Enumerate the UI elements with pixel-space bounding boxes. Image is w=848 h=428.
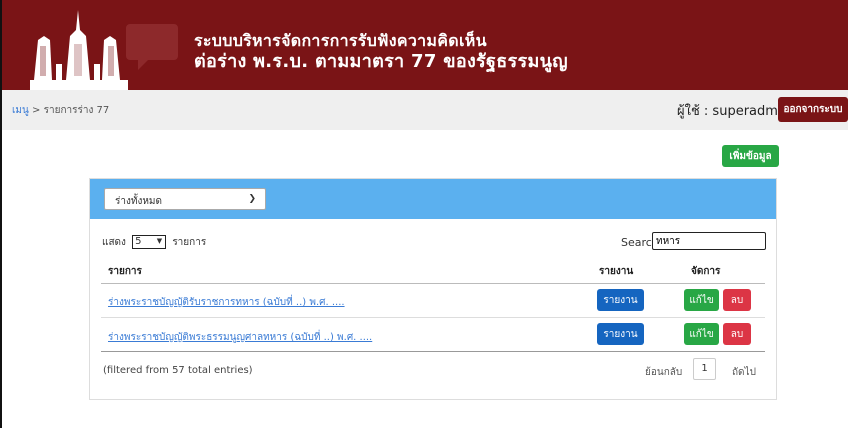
chevron-down-icon: ❯ [248,194,256,204]
column-header-item: รายการ [108,266,142,277]
table-info: (filtered from 57 total entries) [103,365,253,376]
pagination-page-1[interactable]: 1 [693,358,716,380]
logout-button[interactable]: ออกจากระบบ [778,97,848,122]
draft-list-card: ร่างทั้งหมด ❯ แสดง 5 ▼ รายการ Search: รา… [89,178,777,400]
search-input[interactable] [652,232,766,250]
edit-button[interactable]: แก้ไข [684,289,719,311]
breadcrumb: เมนู > รายการร่าง 77 [12,103,109,118]
delete-button[interactable]: ลบ [723,323,751,345]
delete-button[interactable]: ลบ [723,289,751,311]
entries-suffix-label: รายการ [172,237,207,248]
entries-per-page-select[interactable]: 5 ▼ [132,235,167,249]
system-title: ระบบบริหารจัดการการรับฟังความคิดเห็น ต่อ… [194,30,568,72]
breadcrumb-menu-link[interactable]: เมนู [12,105,29,116]
breadcrumb-current: รายการร่าง 77 [43,105,110,116]
pagination-next[interactable]: ถัดไป [732,365,756,380]
report-button[interactable]: รายงาน [597,289,644,311]
current-user-label: ผู้ใช้ : superadmin [677,104,790,119]
draft-filter-value: ร่างทั้งหมด [115,196,163,207]
column-header-manage: จัดการ [691,266,721,277]
pagination-previous[interactable]: ย้อนกลับ [645,365,682,380]
table-header-divider [101,283,765,284]
draft-filter-select[interactable]: ร่างทั้งหมด ❯ [104,188,266,210]
card-header: ร่างทั้งหมด ❯ [90,179,776,219]
header-banner: ระบบบริหารจัดการการรับฟังความคิดเห็น ต่อ… [2,0,848,90]
breadcrumb-bar: เมนู > รายการร่าง 77 ผู้ใช้ : superadmin… [2,90,848,130]
entries-length-control: แสดง 5 ▼ รายการ [102,235,206,250]
table-bottom-divider [101,351,765,352]
system-title-line2: ต่อร่าง พ.ร.บ. ตามมาตรา 77 ของรัฐธรรมนูญ [194,51,568,72]
breadcrumb-separator: > [32,105,41,116]
report-button[interactable]: รายงาน [597,323,644,345]
edit-button[interactable]: แก้ไข [684,323,719,345]
system-title-line1: ระบบบริหารจัดการการรับฟังความคิดเห็น [194,31,487,50]
entries-per-page-value: 5 [135,236,142,247]
column-header-report: รายงาน [599,266,634,277]
draft-title-link[interactable]: ร่างพระราชบัญญัติรับราชการทหาร (ฉบับที่ … [108,295,345,310]
draft-title-link[interactable]: ร่างพระราชบัญญัติพระธรรมนูญศาลทหาร (ฉบับ… [108,330,372,345]
add-data-button[interactable]: เพิ่มข้อมูล [722,145,779,167]
chevron-down-icon: ▼ [156,237,163,245]
row-divider [101,317,765,318]
window-border [0,0,2,428]
show-label: แสดง [102,237,126,248]
democracy-monument-logo-icon [30,10,178,90]
